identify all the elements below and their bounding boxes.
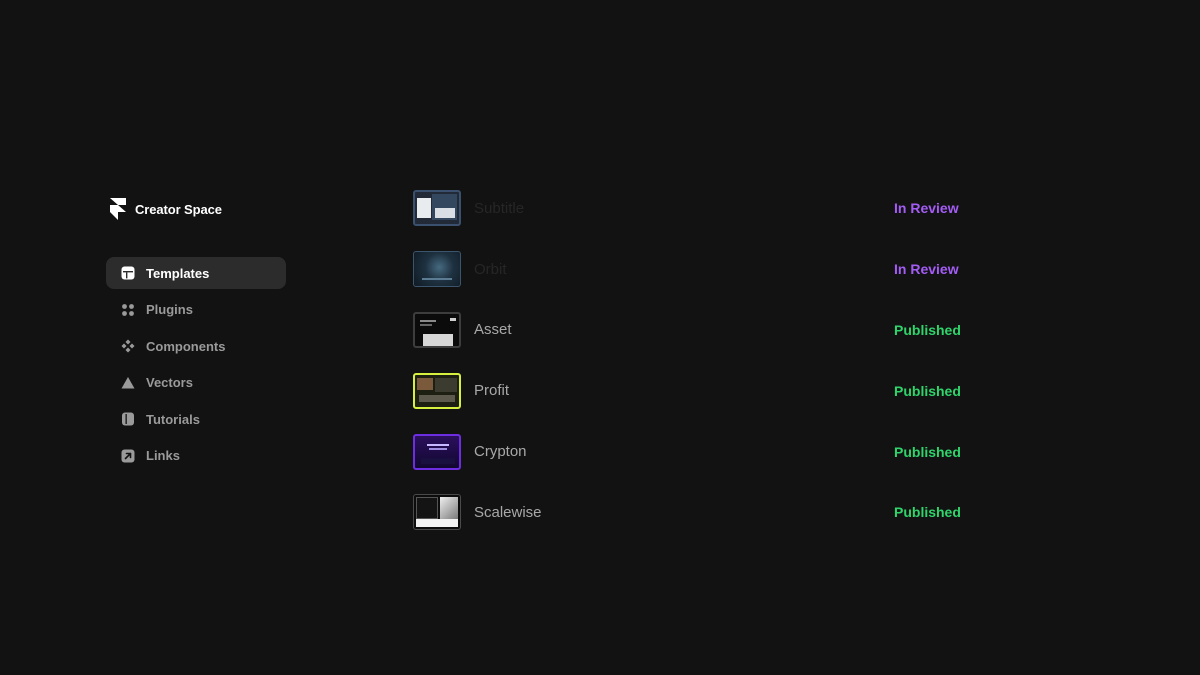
sidebar-item-label: Links [146,448,180,463]
template-thumbnail [413,251,461,288]
status-badge: Published [894,443,961,460]
sidebar-item-tutorials[interactable]: Tutorials [106,403,286,435]
status-badge: Published [894,504,961,521]
brand-name: Creator Space [135,201,222,217]
list-item[interactable]: Crypton Published [413,421,1013,482]
template-name: Asset [474,321,512,339]
template-name: Scalewise [474,503,542,521]
sidebar-item-label: Templates [146,265,210,281]
sidebar-item-plugins[interactable]: Plugins [106,294,286,326]
sidebar-item-label: Tutorials [146,411,200,427]
sidebar-item-components[interactable]: Components [106,330,286,362]
templates-icon [121,266,135,280]
status-badge: Published [894,321,961,338]
list-item[interactable]: Profit Published [413,360,1013,421]
sidebar-item-templates[interactable]: Templates [106,257,286,289]
status-badge: Published [894,382,961,399]
template-name: Profit [474,382,510,400]
list-item[interactable]: Scalewise Published [413,482,1013,543]
status-badge: In Review [894,200,959,217]
status-badge: In Review [894,261,959,278]
list-item[interactable]: Orbit In Review [413,239,1013,300]
sidebar-item-label: Vectors [146,375,193,390]
sidebar: Creator Space Templates Plugins Componen… [106,196,286,476]
template-thumbnail [413,372,461,409]
tutorials-icon [121,412,135,426]
sidebar-item-label: Plugins [146,302,193,317]
templates-list: Subtitle In Review Orbit In Review Asset… [413,178,1013,543]
components-icon [121,339,135,353]
sidebar-nav: Templates Plugins Components Vectors Tut… [106,257,286,472]
template-thumbnail [413,190,461,227]
list-item[interactable]: Subtitle In Review [413,178,1013,239]
plugins-icon [121,303,135,317]
framer-logo-icon [110,198,126,220]
template-name: Orbit [474,260,507,278]
app-page: Creator Space Templates Plugins Componen… [0,0,1200,675]
brand[interactable]: Creator Space [106,196,286,222]
links-icon [121,449,135,463]
template-thumbnail [413,494,461,531]
sidebar-item-vectors[interactable]: Vectors [106,367,286,399]
vectors-icon [121,376,135,390]
sidebar-item-links[interactable]: Links [106,440,286,472]
sidebar-item-label: Components [146,338,226,354]
template-thumbnail [413,433,461,470]
template-name: Subtitle [474,199,525,217]
template-thumbnail [413,311,461,348]
list-item[interactable]: Asset Published [413,300,1013,361]
template-name: Crypton [474,443,527,461]
